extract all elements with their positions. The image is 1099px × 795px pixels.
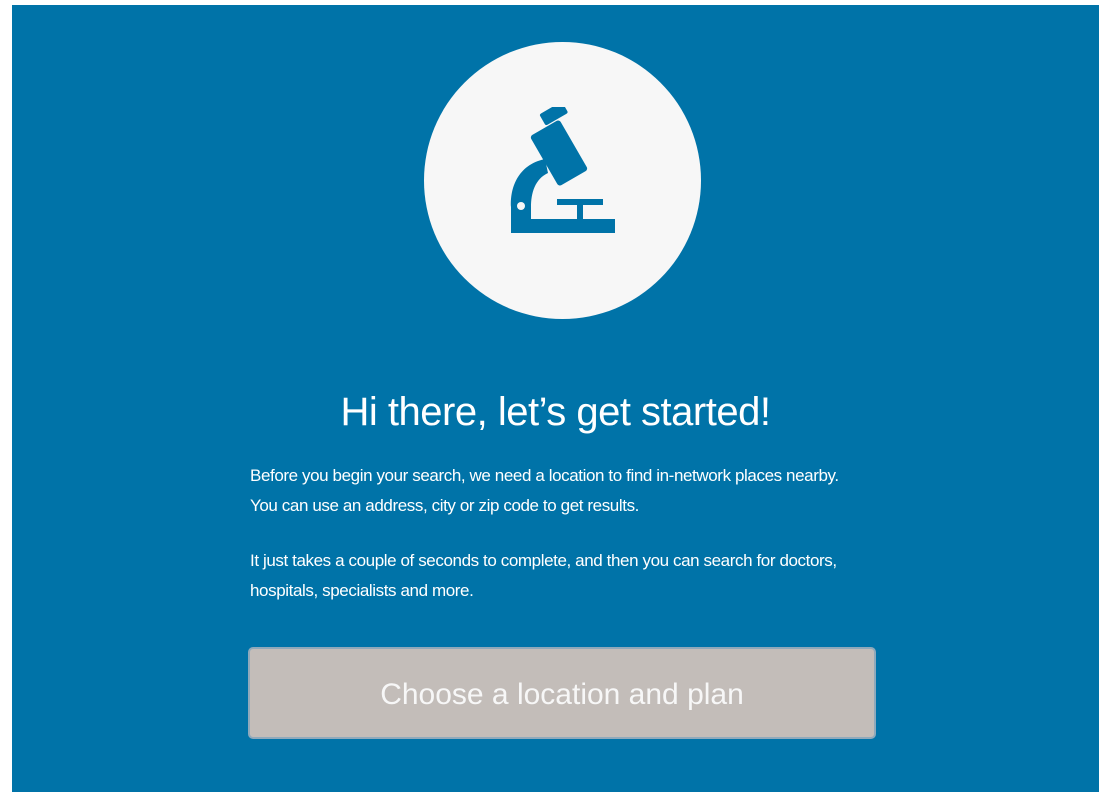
choose-location-button[interactable]: Choose a location and plan (248, 647, 876, 739)
hero-circle (424, 42, 701, 319)
intro-text: Before you begin your search, we need a … (250, 461, 870, 631)
intro-paragraph: It just takes a couple of seconds to com… (250, 551, 837, 600)
welcome-panel: Hi there, let’s get started! Before you … (12, 5, 1099, 792)
microscope-icon (510, 107, 615, 233)
page-title: Hi there, let’s get started! (340, 390, 771, 434)
intro-paragraph: Before you begin your search, we need a … (250, 466, 839, 515)
